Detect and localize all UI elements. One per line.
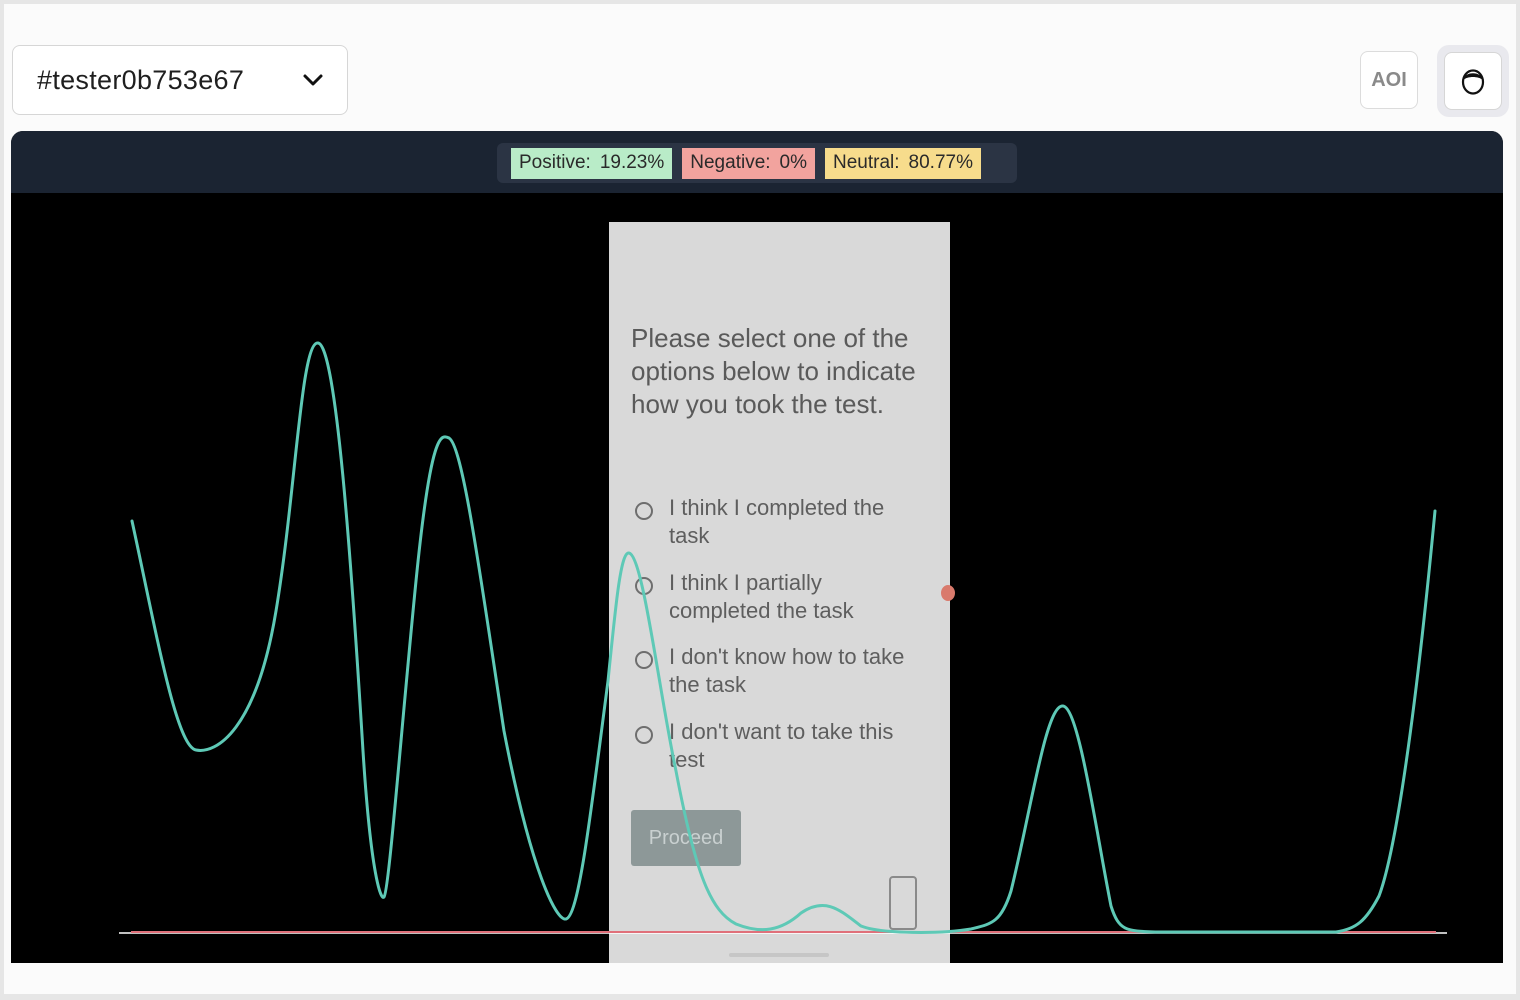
emotion-graph-overlay xyxy=(119,341,1447,934)
face-view-button[interactable] xyxy=(1444,52,1502,110)
player-panel: Positive: 19.23% Negative: 0% Neutral: 8… xyxy=(11,131,1503,963)
tester-dropdown[interactable]: #tester0b753e67 xyxy=(12,45,348,115)
aoi-button[interactable]: AOI xyxy=(1360,51,1418,109)
face-icon xyxy=(1461,69,1485,95)
emotion-curve xyxy=(130,341,1437,934)
face-view-toggle[interactable] xyxy=(1437,45,1509,117)
chevron-down-icon xyxy=(303,74,323,86)
aoi-label: AOI xyxy=(1371,68,1407,91)
tester-dropdown-label: #tester0b753e67 xyxy=(37,64,245,95)
